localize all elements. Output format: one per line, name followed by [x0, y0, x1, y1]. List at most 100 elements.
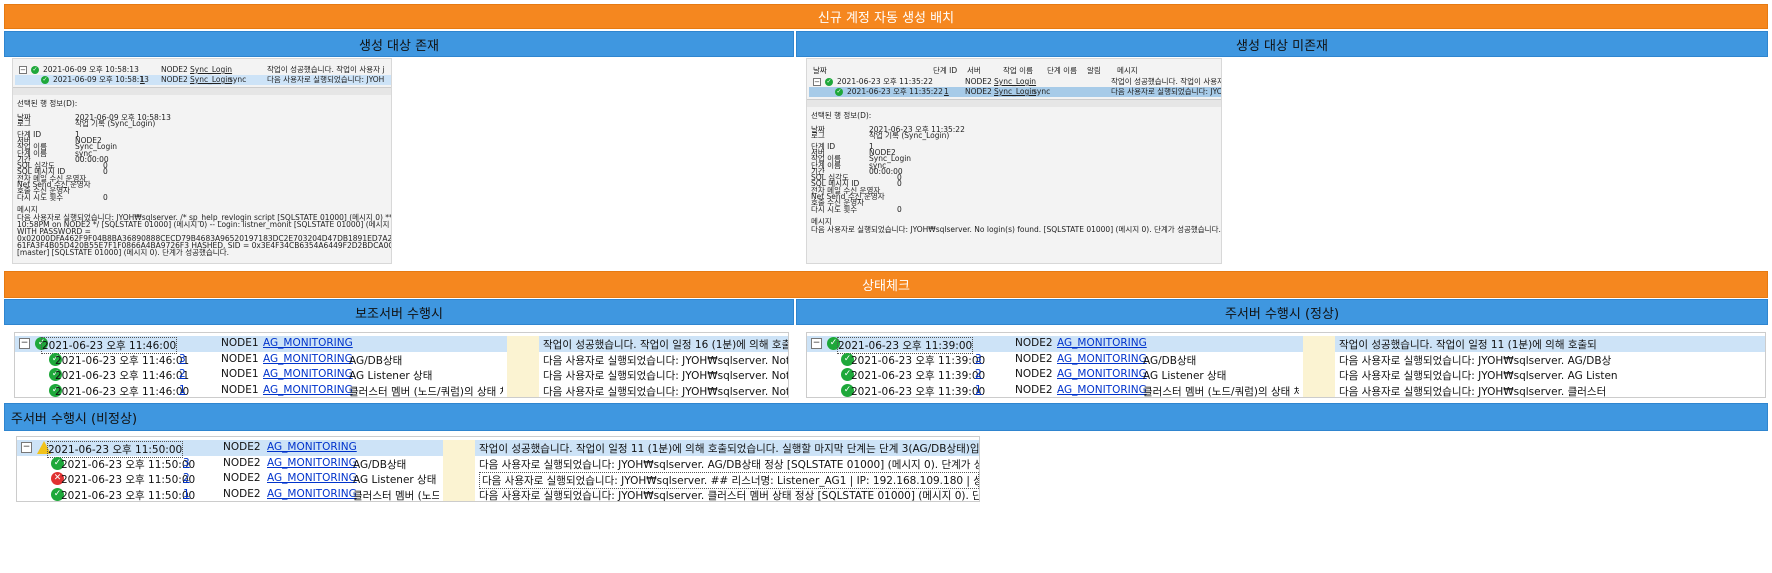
row-step-id-link[interactable]: 1	[975, 384, 982, 396]
row-job-name-link[interactable]: AG_MONITORING	[267, 441, 357, 453]
row-job-name-link[interactable]: AG_MONITORING	[1057, 384, 1147, 396]
job-history-row[interactable]: ✓ 2021-06-23 오후 11:46:01 2 NODE1 AG_MONITORI…	[15, 367, 788, 383]
job-history-row[interactable]: ✓ 2021-06-23 오후 11:46:00 1 NODE1 AG_MONITORI…	[15, 382, 788, 398]
row-step-name: 클러스터 멤버 (노드/쿼럼)의 상태 체크	[349, 385, 503, 398]
row-job-name-link[interactable]: AG_MONITORING	[1057, 353, 1147, 365]
grid-column-header[interactable]: 단계 ID	[933, 65, 957, 76]
mini-job-row[interactable]: − ✓ 2021-06-09 오후 10:58:13 NODE2 Sync_Login 작…	[15, 65, 391, 75]
job-history-row[interactable]: ✓ 2021-06-23 오후 11:50:00 1 NODE2 AG_MONITORI…	[17, 486, 979, 502]
row-job-name-link[interactable]: AG_MONITORING	[267, 488, 357, 500]
horizontal-scrollbar[interactable]	[807, 99, 1221, 107]
row-job-name-link[interactable]: AG_MONITORING	[263, 368, 353, 380]
row-job-name-link[interactable]: AG_MONITORING	[1057, 337, 1147, 349]
mini-row-message: 작업이 성공했습니다. 작업이 사용자	[1111, 77, 1222, 86]
mini-row-message: 다음 사용자로 실행되었습니다: JYOH	[267, 75, 385, 84]
grid-column-header[interactable]: 메시지	[1117, 65, 1138, 76]
row-server: NODE1	[221, 352, 259, 365]
job-history-row[interactable]: −! 2021-06-23 오후 11:50:00 NODE2 AG_MONITORI…	[17, 440, 979, 458]
job-history-row[interactable]: ✓ 2021-06-23 오후 11:39:00 2 NODE2 AG_MONITORI…	[807, 367, 1765, 383]
mini-row-job-link[interactable]: Sync_Login	[190, 65, 232, 74]
mini-row-job-link[interactable]: Sync_Login	[190, 75, 232, 84]
row-step-id-link[interactable]: 1	[183, 488, 190, 500]
row-job-name-link[interactable]: AG_MONITORING	[263, 353, 353, 365]
row-step-id-link[interactable]: 3	[179, 353, 186, 365]
row-alert-cell	[507, 336, 539, 352]
job-history-row[interactable]: ✓ 2021-06-23 오후 11:50:00 3 NODE2 AG_MONITORI…	[17, 455, 979, 472]
mini-row-server: NODE2	[161, 65, 188, 74]
collapse-toggle-icon[interactable]: −	[19, 338, 30, 349]
detail-value: 0	[103, 167, 108, 177]
mini-job-row[interactable]: − ✓ 2021-06-23 오후 11:35:22 NODE2 Sync_Login 작…	[809, 77, 1221, 87]
job-grid-secondary: − ✓ 2021-06-23 오후 11:46:00 NODE1 AG_MONITORI…	[14, 332, 789, 398]
mini-row-job-link[interactable]: Sync_Login	[994, 77, 1036, 86]
job-history-row[interactable]: − ✓ 2021-06-23 오후 11:39:00 NODE2 AG_MONITORI…	[807, 336, 1765, 354]
grid-column-header[interactable]: 알림	[1087, 65, 1101, 76]
row-step-id-link[interactable]: 2	[975, 368, 982, 380]
row-message: 다음 사용자로 실행되었습니다: JYOH₩sqlserver. AG List…	[1339, 370, 1618, 382]
row-step-name: AG/DB상태	[353, 458, 407, 471]
job-history-row[interactable]: ✓ 2021-06-23 오후 11:39:00 1 NODE2 AG_MONITORI…	[807, 382, 1765, 398]
grid-column-header[interactable]: 작업 이름	[1003, 65, 1033, 76]
row-server: NODE2	[223, 472, 261, 484]
section-title-text: 신규 계정 자동 생성 배치	[817, 11, 955, 26]
job-history-panel-right: 날짜 단계 ID 서버 작업 이름 단계 이름 알림 메시지 − ✓ 2021-06-23 오후 …	[806, 58, 1222, 264]
job-history-row[interactable]: ✕ 2021-06-23 오후 11:50:00 2 NODE2 AG_MONITORI…	[17, 471, 979, 489]
mini-row-date: 2021-06-23 오후 11:35:22	[837, 77, 933, 86]
row-alert-cell	[443, 486, 475, 501]
mini-job-row[interactable]: ✓ 2021-06-23 오후 11:35:22 1 NODE2 Sync_Login s…	[809, 87, 1221, 97]
detail-message-line: [master] [SQLSTATE 01000] (메시지 0). 단계가 성…	[17, 247, 229, 257]
grid-column-header[interactable]: 날짜	[813, 65, 827, 76]
row-server: NODE2	[1015, 383, 1053, 396]
row-date: 2021-06-23 오후 11:46:00	[55, 385, 190, 398]
row-server: NODE2	[1015, 368, 1053, 380]
row-alert-cell	[443, 440, 475, 456]
detail-value: 0	[897, 204, 902, 214]
row-date: 2021-06-23 오후 11:46:01	[55, 354, 190, 367]
mini-job-row[interactable]: ✓ 2021-06-09 오후 10:58:13 1 NODE2 Sync_Login s…	[15, 75, 391, 85]
row-step-name: 클러스터 멤버 (노드/쿼럼)의 상태 체크	[1143, 385, 1299, 398]
panel-title-secondary: 보조서버 수행시	[4, 299, 794, 325]
job-history-row[interactable]: − ✓ 2021-06-23 오후 11:46:00 NODE1 AG_MONITORI…	[15, 336, 788, 354]
job-history-row[interactable]: ✓ 2021-06-23 오후 11:39:00 3 NODE2 AG_MONITORI…	[807, 351, 1765, 368]
row-step-id-link[interactable]: 1	[179, 384, 186, 396]
panel-title-text: 주서버 수행시 (비정상)	[11, 411, 138, 427]
row-step-id-link[interactable]: 3	[975, 353, 982, 365]
row-server: NODE2	[223, 456, 261, 469]
collapse-toggle-icon[interactable]: −	[811, 338, 822, 349]
section-title-status-check: 상태체크	[4, 271, 1768, 298]
mini-row-server: NODE2	[161, 75, 188, 84]
mini-row-step-link[interactable]: 1	[944, 87, 949, 96]
row-date: 2021-06-23 오후 11:50:00	[61, 489, 196, 502]
detail-value: 작업 기록 (Sync_Login)	[75, 119, 156, 129]
detail-message-line: 다음 사용자로 실행되었습니다: JYOH₩sqlserver. No logi…	[811, 224, 1221, 234]
row-step-name: AG Listener 상태	[353, 474, 437, 486]
panel-title-target-exists: 생성 대상 존재	[4, 31, 794, 57]
grid-column-header[interactable]: 서버	[967, 65, 981, 76]
job-history-row[interactable]: ✓ 2021-06-23 오후 11:46:01 3 NODE1 AG_MONITORI…	[15, 351, 788, 368]
row-step-id-link[interactable]: 2	[179, 368, 186, 380]
grid-column-header[interactable]: 단계 이름	[1047, 65, 1077, 76]
collapse-toggle-icon[interactable]: −	[21, 442, 32, 453]
row-job-name-link[interactable]: AG_MONITORING	[267, 457, 357, 469]
panel-title-primary-normal: 주서버 수행시 (정상)	[796, 299, 1768, 325]
collapse-toggle-icon[interactable]: −	[813, 78, 821, 86]
collapse-toggle-icon[interactable]: −	[19, 66, 27, 74]
row-step-id-link[interactable]: 2	[183, 472, 190, 484]
row-job-name-link[interactable]: AG_MONITORING	[267, 472, 357, 484]
row-alert-cell	[507, 382, 539, 397]
row-message: 다음 사용자로 실행되었습니다: JYOH₩sqlserver. 클러스터 멤버…	[479, 489, 979, 502]
mini-row-server: NODE2	[965, 77, 992, 86]
row-alert-cell	[1303, 382, 1335, 397]
mini-row-step-link[interactable]: 1	[140, 75, 145, 84]
row-job-name-link[interactable]: AG_MONITORING	[263, 384, 353, 396]
mini-row-date: 2021-06-09 오후 10:58:13	[53, 75, 149, 84]
detail-header: 선택된 행 정보(D):	[17, 99, 78, 108]
row-job-name-link[interactable]: AG_MONITORING	[1057, 368, 1147, 380]
mini-row-step-name: sync	[1033, 87, 1051, 96]
row-step-id-link[interactable]: 3	[183, 457, 190, 469]
mini-row-job-link[interactable]: Sync_Login	[994, 87, 1036, 96]
horizontal-scrollbar[interactable]	[13, 87, 391, 95]
row-job-name-link[interactable]: AG_MONITORING	[263, 337, 353, 349]
panel-title-target-missing: 생성 대상 미존재	[796, 31, 1768, 57]
job-history-panel-left: − ✓ 2021-06-09 오후 10:58:13 NODE2 Sync_Login 작…	[12, 58, 392, 264]
